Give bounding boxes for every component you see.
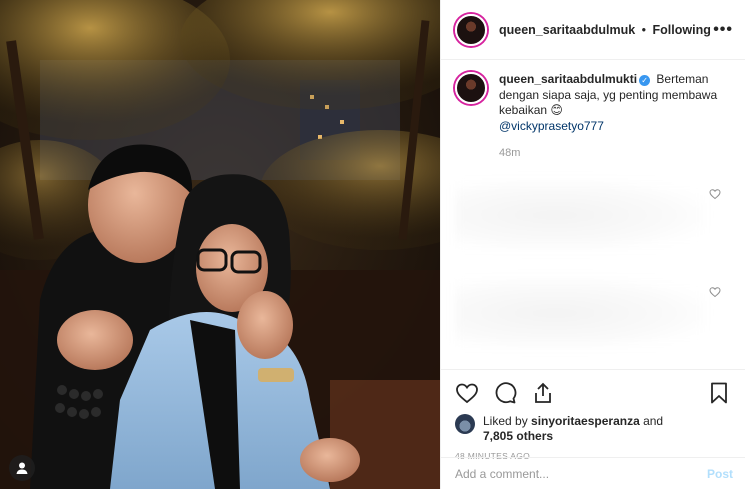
post-photo[interactable] xyxy=(0,0,440,489)
instagram-post: queen_saritaabdulmuk • Following ••• que… xyxy=(0,0,745,489)
add-comment-input[interactable] xyxy=(455,466,707,481)
liker-avatar[interactable] xyxy=(455,414,475,434)
comment-like-heart-icon[interactable] xyxy=(709,188,721,200)
likes-text: Liked by sinyoritaesperanza and 7,805 ot… xyxy=(483,414,663,444)
likes-summary: Liked by sinyoritaesperanza and 7,805 ot… xyxy=(455,414,733,444)
header-text: queen_saritaabdulmuk • Following xyxy=(499,23,711,37)
post-header: queen_saritaabdulmuk • Following ••• xyxy=(441,0,745,60)
more-options-icon[interactable]: ••• xyxy=(713,21,733,39)
caption-avatar[interactable] xyxy=(455,72,487,104)
blurred-comment xyxy=(455,278,705,348)
action-icons xyxy=(455,376,733,410)
heart-icon[interactable] xyxy=(455,380,481,406)
comment-bar: Post xyxy=(441,457,745,489)
author-username[interactable]: queen_saritaabdulmuk xyxy=(499,23,635,37)
share-icon[interactable] xyxy=(531,380,557,406)
liker-username[interactable]: sinyoritaesperanza xyxy=(531,414,640,428)
blurred-comment xyxy=(455,180,705,250)
caption-time: 48m xyxy=(499,147,521,159)
likes-conjunction: and xyxy=(639,414,664,428)
verified-badge-icon: ✓ xyxy=(639,75,651,86)
author-avatar[interactable] xyxy=(455,13,487,46)
following-button[interactable]: Following xyxy=(653,23,711,37)
user-tag-icon[interactable] xyxy=(9,455,35,481)
post-side-panel: queen_saritaabdulmuk • Following ••• que… xyxy=(440,0,745,489)
liked-by-prefix: Liked by xyxy=(483,414,532,428)
photo-illustration xyxy=(0,0,440,489)
bookmark-icon[interactable] xyxy=(707,380,733,406)
comment-icon[interactable] xyxy=(493,380,519,406)
caption: queen_saritaabdulmukti ✓ Berteman dengan … xyxy=(455,72,733,162)
comments-section: queen_saritaabdulmukti ✓ Berteman dengan … xyxy=(441,60,745,369)
caption-body: queen_saritaabdulmukti ✓ Berteman dengan … xyxy=(499,72,729,162)
caption-username[interactable]: queen_saritaabdulmukti xyxy=(499,72,637,86)
likes-others-count[interactable]: 7,805 others xyxy=(483,429,553,443)
separator-dot: • xyxy=(641,22,647,37)
caption-mention[interactable]: @vickyprasetyo777 xyxy=(499,119,604,133)
comment-like-heart-icon[interactable] xyxy=(709,286,721,298)
post-comment-button[interactable]: Post xyxy=(707,467,733,481)
